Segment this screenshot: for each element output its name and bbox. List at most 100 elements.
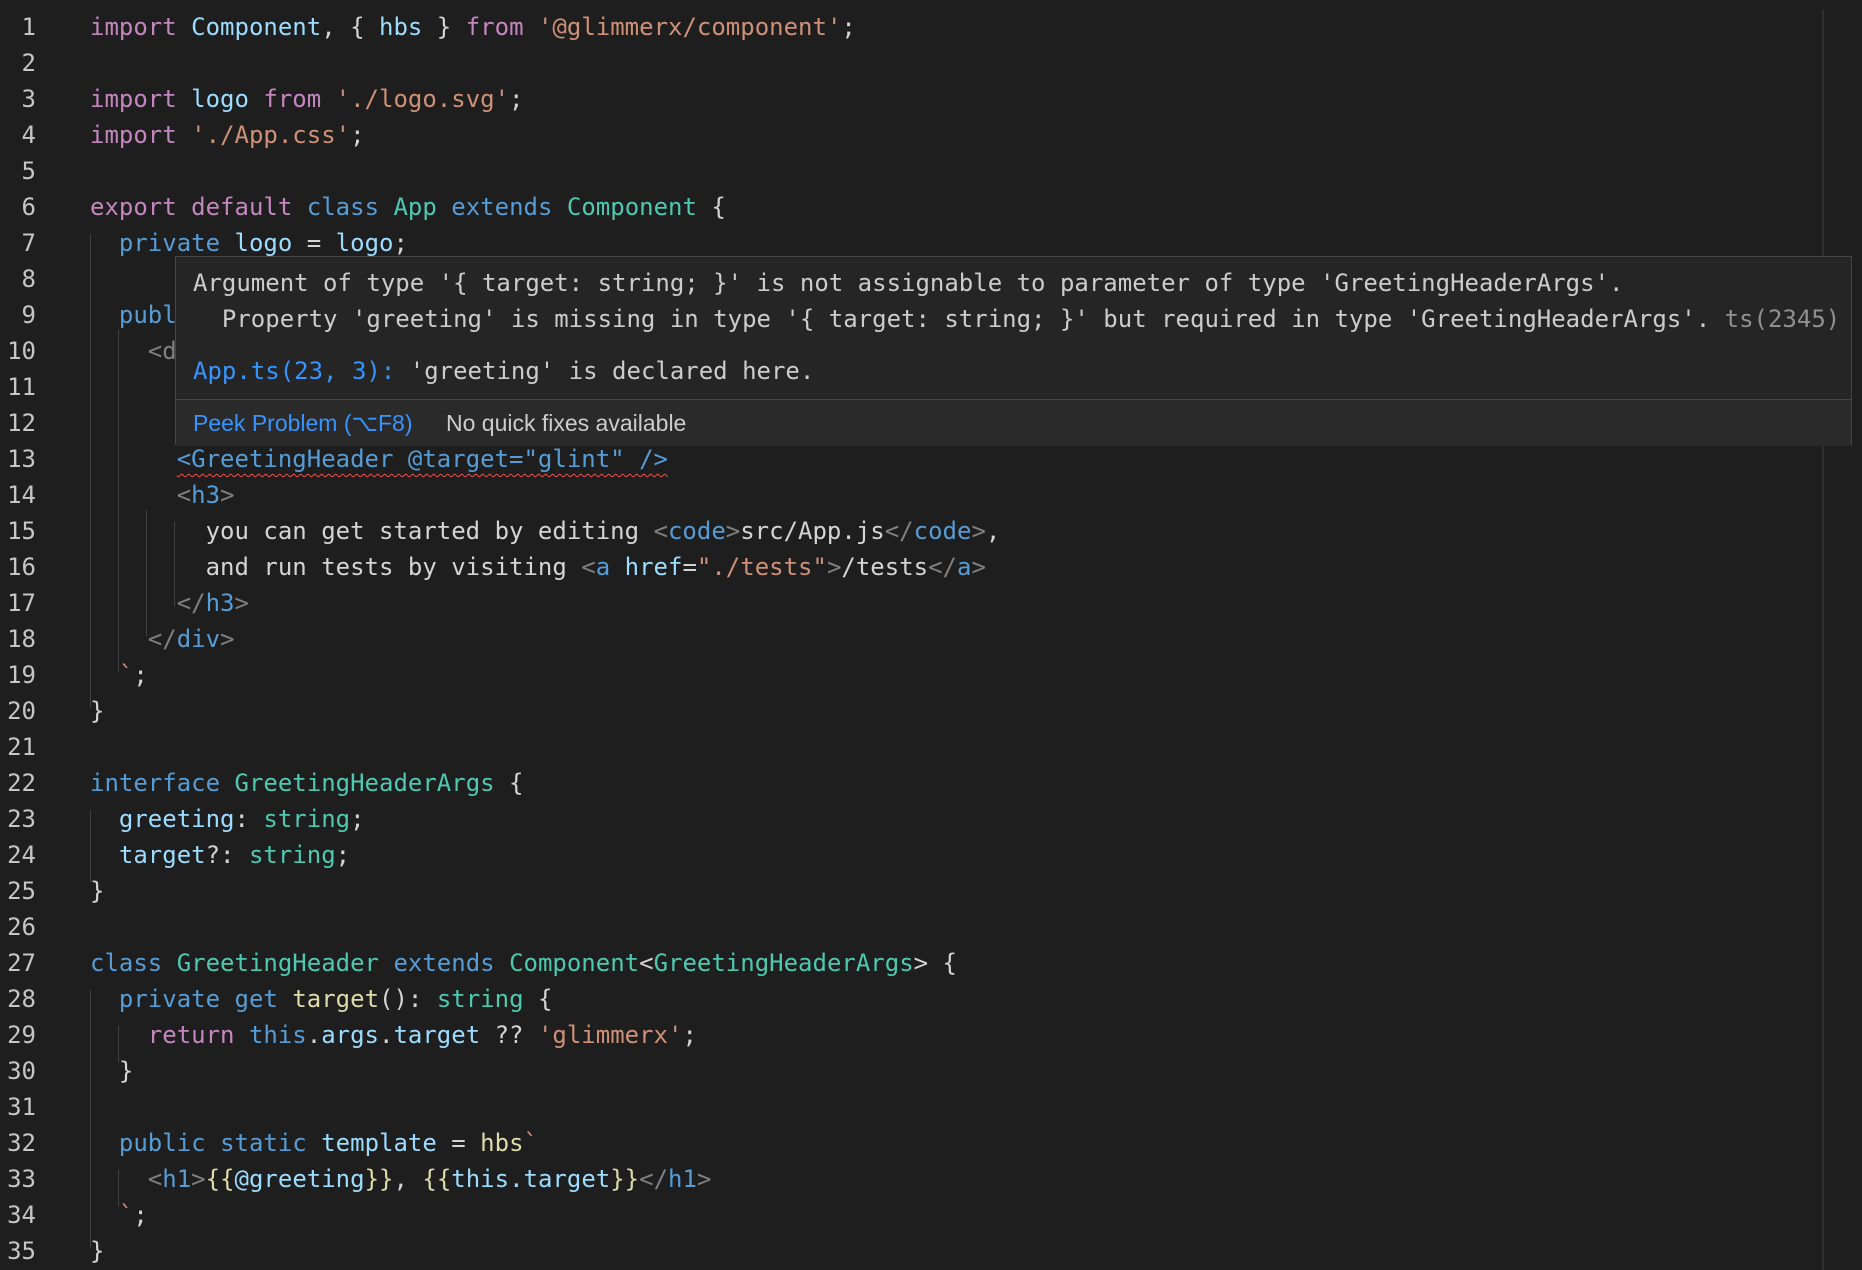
tag-bracket-token: > [191,1165,206,1193]
code-line[interactable] [60,45,90,81]
code-line[interactable]: you can get started by editing <code>src… [60,513,1001,549]
function-token: target [292,985,380,1013]
punctuation-token: } [422,13,466,41]
error-detail: Property 'greeting' is missing in type '… [193,301,1840,337]
code-line[interactable]: } [60,1233,104,1269]
line-number: 30 [7,1057,36,1085]
code-line[interactable]: class GreetingHeader extends Component<G… [60,945,957,981]
keyword-token: a [595,553,611,581]
tag-bracket-token: > [826,553,842,581]
line-number: 35 [7,1237,36,1265]
string-token: "./tests" [696,553,827,581]
code-line[interactable] [60,369,90,405]
punctuation-token: ?? [480,1021,538,1049]
punctuation-token: = [292,229,336,257]
code-line[interactable]: and run tests by visiting <a href="./tes… [60,549,986,585]
hover-status-bar: Peek Problem (⌥F8) No quick fixes availa… [176,399,1851,446]
string-token: ` [118,661,134,689]
keyword-token: a [957,553,972,581]
no-quick-fixes-label: No quick fixes available [446,410,687,436]
identifier-token: greeting [118,805,235,833]
function-token: {{ [205,1165,235,1193]
code-line[interactable]: </div> [60,621,235,657]
punctuation-token [90,985,119,1013]
function-token: }} [364,1165,394,1193]
code-line[interactable]: import logo from './logo.svg'; [60,81,524,117]
type-token: Component [566,193,697,221]
keyword-token: code [913,517,972,545]
code-line[interactable]: `; [60,657,148,693]
tag-bracket-token: > [696,1165,712,1193]
code-line[interactable]: target?: string; [60,837,350,873]
code-line[interactable]: public static template = hbs` [60,1125,538,1161]
code-line[interactable]: export default class App extends Compone… [60,189,726,225]
identifier-token: target [393,1021,481,1049]
code-line[interactable] [60,729,90,765]
keyword-token: extends [393,949,495,977]
punctuation-token [524,13,538,41]
punctuation-token [206,1129,220,1157]
code-line[interactable]: import './App.css'; [60,117,365,153]
code-line[interactable] [60,909,90,945]
keyword-token: from [263,85,322,113]
code-line[interactable]: </h3> [60,585,249,621]
punctuation-token [220,229,234,257]
code-line[interactable] [60,1089,90,1125]
tag-bracket-token: </ [884,517,914,545]
punctuation-token [610,553,624,581]
code-line[interactable]: private get target(): string { [60,981,553,1017]
tag-bracket-token: > [220,625,235,653]
punctuation-token [177,13,191,41]
line-number: 26 [7,913,36,941]
code-line[interactable] [60,153,90,189]
keyword-token: div [176,625,221,653]
punctuation-token [90,841,119,869]
code-line[interactable]: greeting: string; [60,801,365,837]
line-number: 33 [7,1165,36,1193]
string-token: './logo.svg' [335,85,510,113]
line-number: 1 [21,13,36,41]
code-editor[interactable]: 1 2 3 4 5 6 7 8 9 10 11 12 13 14 15 16 17 18 19 20 21 22 23 24 2… [0,0,1862,1270]
code-line[interactable] [60,405,90,441]
code-line[interactable]: <h1>{{@greeting}}, {{this.target}}</h1> [60,1161,712,1197]
error-code: ts(2345) [1724,305,1841,333]
keyword-token: default [191,193,293,221]
peek-problem-link[interactable]: Peek Problem (⌥F8) [193,410,413,437]
punctuation-token: } [90,697,105,725]
punctuation-token: ; [133,1201,148,1229]
punctuation-token [220,985,234,1013]
code-line[interactable]: return this.args.target ?? 'glimmerx'; [60,1017,697,1053]
code-line[interactable]: <GreetingHeader @target="glint" /> [60,441,668,477]
tag-bracket-token: > [220,481,235,509]
code-line[interactable]: import Component, { hbs } from '@glimmer… [60,9,856,45]
line-number: 28 [7,985,36,1013]
error-hover-popup[interactable]: Argument of type '{ target: string; }' i… [175,256,1852,446]
tag-bracket-token: > [234,589,249,617]
indent-guide [174,522,175,606]
punctuation-token: ; [350,121,365,149]
punctuation-token [90,1201,119,1229]
code-line[interactable]: interface GreetingHeaderArgs { [60,765,524,801]
code-line[interactable]: <h3> [60,477,235,513]
line-number: 23 [7,805,36,833]
punctuation-token: > { [913,949,958,977]
tag-bracket-token: > [971,517,986,545]
code-line[interactable]: publ [60,297,177,333]
punctuation-token [90,805,119,833]
code-line[interactable]: `; [60,1197,148,1233]
tag-bracket-token: </ [928,553,957,581]
code-line[interactable]: } [60,873,104,909]
editor-ruler [1822,10,1824,1270]
punctuation-token [292,193,306,221]
code-line[interactable]: } [60,1053,133,1089]
related-location-link[interactable]: App.ts(23, 3): [193,357,395,385]
keyword-token: import [90,13,177,41]
punctuation-token [90,481,177,509]
identifier-token: this.target [451,1165,611,1193]
code-line[interactable] [60,261,90,297]
punctuation-token [220,769,234,797]
keyword-token: this [248,1021,307,1049]
line-number: 14 [7,481,36,509]
code-line[interactable]: } [60,693,104,729]
line-number: 34 [7,1201,36,1229]
